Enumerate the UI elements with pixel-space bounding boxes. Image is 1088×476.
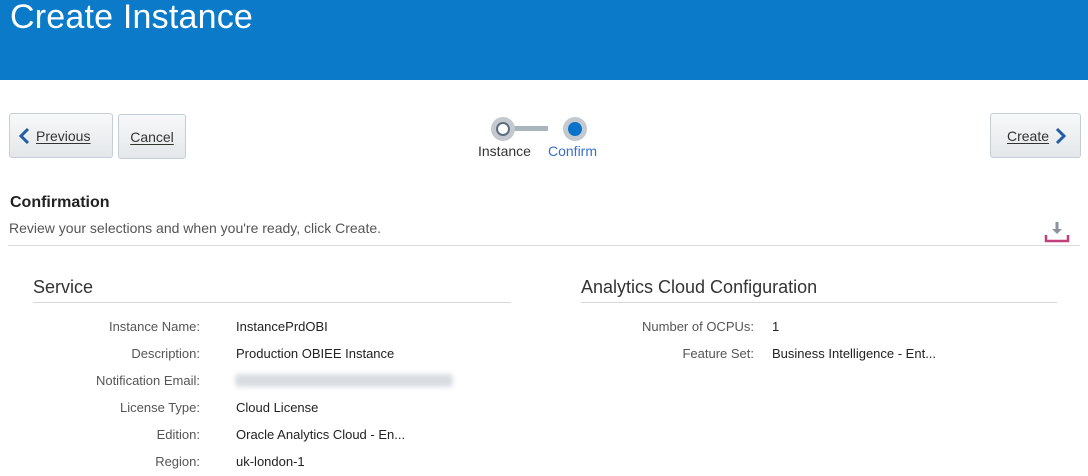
chevron-right-icon [1055, 127, 1067, 145]
field-label: Number of OCPUs: [642, 319, 754, 334]
train-stop-instance[interactable] [491, 117, 515, 141]
service-section-rule [33, 302, 511, 303]
confirmation-title: Confirmation [10, 194, 110, 211]
description-value: Production OBIEE Instance [236, 346, 395, 361]
download-icon[interactable] [1043, 219, 1071, 243]
analytics-section-rule [581, 302, 1057, 303]
field-label: License Type: [120, 400, 200, 415]
analytics-section-title: Analytics Cloud Configuration [581, 277, 818, 297]
section-divider [8, 245, 1080, 246]
field-label: Instance Name: [108, 319, 200, 334]
create-button-label: Create [1007, 127, 1050, 144]
previous-button-label: Previous [36, 127, 91, 144]
chevron-left-icon [18, 127, 30, 145]
instance-name-value: InstancePrdOBI [236, 319, 328, 334]
create-button[interactable]: Create [990, 113, 1081, 158]
page-header: Create Instance [0, 0, 1088, 80]
field-label: Edition: [156, 427, 200, 442]
train-stop-confirm [563, 117, 587, 141]
field-label: Feature Set: [682, 346, 754, 361]
cancel-button-label: Cancel [130, 128, 174, 145]
train-step-label-current: Confirm [548, 143, 598, 159]
license-type-value: Cloud License [236, 400, 319, 415]
region-value: uk-london-1 [236, 454, 305, 469]
confirmation-subtitle: Review your selections and when you're r… [9, 220, 382, 236]
cancel-button[interactable]: Cancel [118, 114, 186, 159]
edition-value: Oracle Analytics Cloud - En... [236, 427, 406, 442]
feature-set-value: Business Intelligence - Ent... [772, 346, 937, 361]
ocpus-value: 1 [772, 319, 780, 334]
field-label: Notification Email: [95, 373, 200, 388]
train-step-label[interactable]: Instance [478, 143, 531, 159]
step-train: Instance Confirm [470, 114, 620, 164]
field-label: Region: [155, 454, 200, 469]
page-title: Create Instance [10, 0, 254, 36]
notification-email-redacted [235, 374, 453, 387]
service-section-title: Service [33, 277, 94, 297]
field-label: Description: [131, 346, 200, 361]
previous-button[interactable]: Previous [9, 113, 113, 158]
